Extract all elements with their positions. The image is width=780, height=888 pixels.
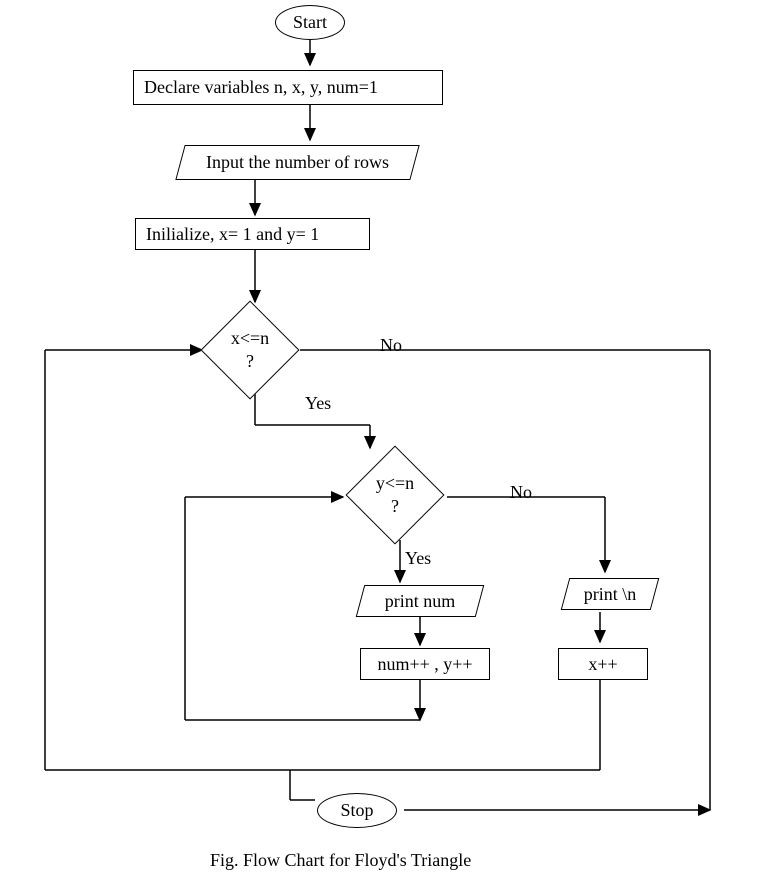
initialize-text: Inilialize, x= 1 and y= 1 bbox=[146, 224, 319, 245]
increment-num-process: num++ , y++ bbox=[360, 648, 490, 680]
decision1-text: x<=n bbox=[231, 327, 269, 350]
print-num-io: print num bbox=[360, 585, 480, 617]
decision-x-le-n: x<=n ? bbox=[200, 300, 300, 400]
flowchart-arrows bbox=[0, 0, 780, 888]
increment-x-process: x++ bbox=[558, 648, 648, 680]
declare-text: Declare variables n, x, y, num=1 bbox=[144, 77, 378, 98]
figure-caption: Fig. Flow Chart for Floyd's Triangle bbox=[210, 850, 471, 871]
flowchart-container: Start Declare variables n, x, y, num=1 I… bbox=[0, 0, 780, 888]
increment-x-text: x++ bbox=[588, 654, 617, 675]
stop-label: Stop bbox=[340, 800, 373, 821]
initialize-process: Inilialize, x= 1 and y= 1 bbox=[135, 218, 370, 250]
input-io: Input the number of rows bbox=[180, 145, 415, 180]
decision2-text: y<=n bbox=[376, 472, 414, 495]
print-num-text: print num bbox=[385, 591, 456, 612]
decision1-yes-label: Yes bbox=[305, 393, 331, 414]
print-newline-text: print \n bbox=[584, 584, 637, 605]
stop-terminator: Stop bbox=[317, 793, 397, 828]
increment-num-text: num++ , y++ bbox=[377, 654, 472, 675]
decision-y-le-n: y<=n ? bbox=[345, 445, 445, 545]
start-label: Start bbox=[293, 12, 327, 33]
print-newline-io: print \n bbox=[565, 578, 655, 610]
start-terminator: Start bbox=[275, 5, 345, 40]
decision1-no-label: No bbox=[380, 335, 402, 356]
input-text: Input the number of rows bbox=[206, 152, 389, 173]
decision2-no-label: No bbox=[510, 482, 532, 503]
decision2-q: ? bbox=[391, 495, 399, 518]
decision2-yes-label: Yes bbox=[405, 548, 431, 569]
decision1-q: ? bbox=[246, 350, 254, 373]
declare-process: Declare variables n, x, y, num=1 bbox=[133, 70, 443, 105]
